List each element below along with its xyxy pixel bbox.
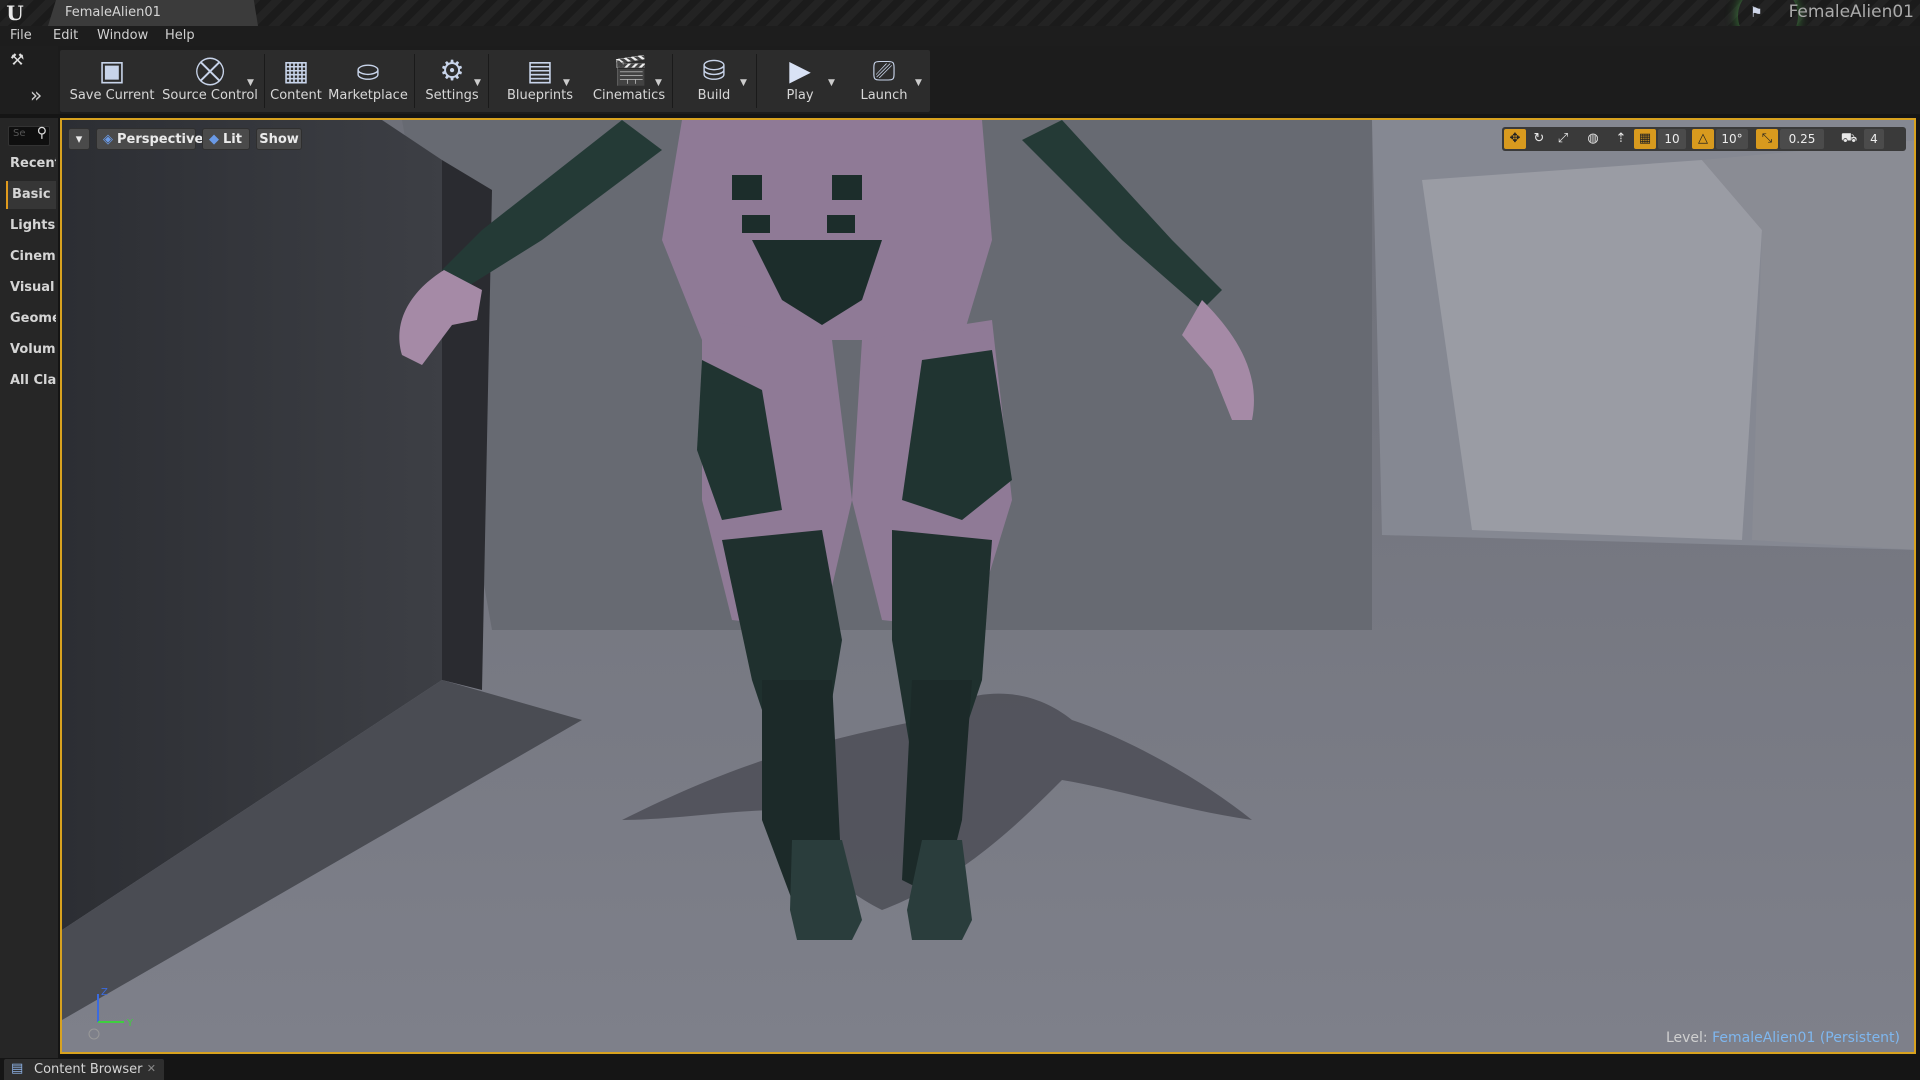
title-bar: U FemaleAlien01 ⚑ FemaleAlien01 [0,0,1920,26]
expand-modes-icon[interactable]: » [30,83,42,107]
category-all-classes[interactable]: All Clas [6,367,56,395]
main-toolbar: ⚒ » ▣ Save Current ⛒ Source Control ▼ ▦ … [0,46,1920,114]
category-basic[interactable]: Basic [6,181,56,209]
search-icon: ⚲ [36,125,47,141]
toolbar-separator [264,54,265,108]
toolbar-separator [414,54,415,108]
place-actors-panel: Se ⚲ Recent Basic Lights Cinema Visual E… [0,118,58,1058]
level-label: Level: [1665,1030,1708,1046]
feedback-icon[interactable]: ⚑ [1750,5,1763,21]
toolbar-panel: ▣ Save Current ⛒ Source Control ▼ ▦ Cont… [60,50,930,112]
play-icon: ▶ [789,54,811,87]
level-indicator: Level: FemaleAlien01 (Persistent) [1666,1030,1900,1046]
surface-snap-icon[interactable]: ⇡ [1610,129,1632,149]
world-local-icon[interactable]: ◍ [1582,129,1604,149]
toolbar-separator [672,54,673,108]
content-browser-icon: ▤ [11,1061,24,1076]
toolbar-separator [488,54,489,108]
launch-button[interactable]: ⎚ Launch [846,54,922,110]
blueprints-icon: ▤ [526,54,554,87]
category-geometry[interactable]: Geome [6,305,56,333]
close-icon[interactable]: ✕ [147,1062,156,1075]
blueprints-dropdown-icon[interactable]: ▼ [563,78,570,88]
scale-snap-icon[interactable]: ⤡ [1756,129,1778,149]
content-button[interactable]: ▦ Content [267,54,325,110]
lit-button[interactable]: ◆ Lit [202,128,250,150]
category-visual-effects[interactable]: Visual E [6,274,56,302]
settings-icon: ⚙ [439,54,465,87]
level-name[interactable]: FemaleAlien01 (Persistent) [1712,1030,1900,1046]
viewport-scene [62,120,1914,1052]
menu-window[interactable]: Window [97,28,148,43]
launch-icon: ⎚ [872,54,896,87]
rotate-icon[interactable]: ↻ [1528,129,1550,149]
search-input[interactable]: Se ⚲ [8,125,50,146]
camera-icon: ◈ [103,132,113,147]
content-browser-tab[interactable]: ▤ Content Browser ✕ [4,1059,164,1080]
camera-speed-icon[interactable]: ⛟ [1836,129,1862,149]
axis-y-label: Y [126,1018,134,1029]
menu-file[interactable]: File [10,28,32,43]
modes-strip: ⚒ » [0,46,58,114]
title-right-area: ⚑ FemaleAlien01 [1720,0,1920,26]
level-viewport[interactable]: ▾ ◈ Perspective ◆ Lit Show ✥ ↻ ⤢ ◍ ⇡ ▦ 10 … [60,118,1916,1054]
category-recent[interactable]: Recent [6,150,56,178]
rotation-snap-icon[interactable]: △ [1692,129,1714,149]
scale-icon[interactable]: ⤢ [1552,129,1574,149]
cinematics-button[interactable]: 🎬 Cinematics [580,54,678,110]
unreal-logo: U [6,1,24,25]
translate-icon[interactable]: ✥ [1504,129,1526,149]
axis-gizmo: Z Y [88,987,134,1040]
project-name: FemaleAlien01 [1788,2,1914,22]
source-control-icon: ⛒ [195,54,225,87]
show-button[interactable]: Show [256,128,302,150]
launch-dropdown-icon[interactable]: ▼ [915,78,922,88]
axis-z-label: Z [101,987,108,998]
category-volumes[interactable]: Volume [6,336,56,364]
build-dropdown-icon[interactable]: ▼ [740,78,747,88]
cinematics-dropdown-icon[interactable]: ▼ [655,78,662,88]
save-current-button[interactable]: ▣ Save Current [66,54,158,110]
play-dropdown-icon[interactable]: ▼ [828,78,835,88]
settings-dropdown-icon[interactable]: ▼ [474,78,481,88]
place-mode-icon[interactable]: ⚒ [10,50,24,69]
grid-snap-icon[interactable]: ▦ [1634,129,1656,149]
menu-bar: File Edit Window Help [0,26,1920,46]
marketplace-button[interactable]: ⛀ Marketplace [325,54,411,110]
grid-snap-value[interactable]: 10 [1658,129,1686,149]
marketplace-icon: ⛀ [356,54,380,87]
content-icon: ▦ [282,54,310,87]
category-lights[interactable]: Lights [6,212,56,240]
source-control-dropdown-icon[interactable]: ▼ [247,78,254,88]
build-icon: ⛁ [702,54,726,87]
blueprints-button[interactable]: ▤ Blueprints [490,54,590,110]
rotation-snap-value[interactable]: 10° [1716,129,1748,149]
camera-speed-value[interactable]: 4 [1864,129,1884,149]
document-tab[interactable]: FemaleAlien01 [48,0,258,26]
document-tab-title: FemaleAlien01 [65,5,161,20]
save-icon: ▣ [98,54,126,87]
menu-help[interactable]: Help [165,28,195,43]
viewport-options-dropdown[interactable]: ▾ [68,128,90,150]
menu-edit[interactable]: Edit [53,28,78,43]
toolbar-separator [756,54,757,108]
category-cinematic[interactable]: Cinema [6,243,56,271]
bottom-tab-bar: ▤ Content Browser ✕ [0,1058,1920,1080]
scale-snap-value[interactable]: 0.25 [1780,129,1824,149]
sphere-icon: ◆ [209,132,219,147]
cinematics-icon: 🎬 [613,54,648,87]
transform-toolbar: ✥ ↻ ⤢ ◍ ⇡ ▦ 10 △ 10° ⤡ 0.25 ⛟ 4 [1502,127,1906,151]
perspective-button[interactable]: ◈ Perspective [96,128,203,150]
